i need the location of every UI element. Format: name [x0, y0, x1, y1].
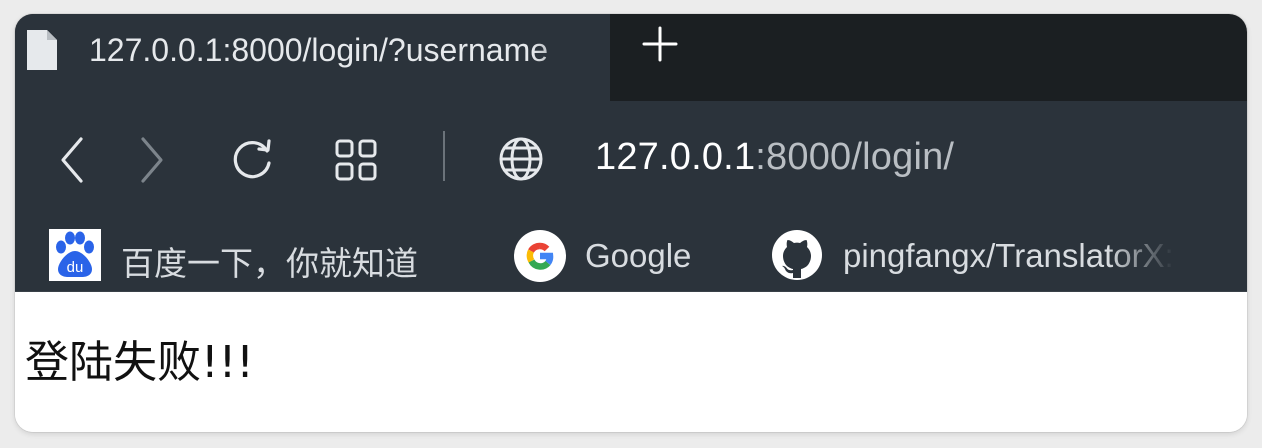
- globe-icon: [499, 137, 543, 181]
- google-icon: [513, 229, 567, 288]
- url-path: :8000/login/: [755, 136, 955, 178]
- site-info-button[interactable]: [497, 135, 545, 188]
- bookmark-label: Google: [585, 237, 692, 274]
- back-arrow-icon: [61, 137, 83, 183]
- back-button[interactable]: [55, 135, 89, 190]
- tab-bar: 127.0.0.1:8000/login/?username: [15, 14, 1247, 101]
- document-icon: [25, 28, 59, 77]
- bookmark-github[interactable]: pingfangx/TranslatorX:: [771, 219, 1247, 291]
- browser-window: 127.0.0.1:8000/login/?username 127.0.0.1…: [15, 14, 1247, 432]
- bookmark-label: pingfangx/TranslatorX:: [843, 237, 1174, 274]
- reload-button[interactable]: [229, 135, 277, 188]
- active-tab[interactable]: 127.0.0.1:8000/login/?username: [15, 14, 610, 101]
- svg-text:du: du: [67, 259, 84, 276]
- navigation-toolbar: 127.0.0.1:8000/login/: [15, 101, 1247, 219]
- tab-title: 127.0.0.1:8000/login/?username: [89, 32, 549, 68]
- plus-icon: [642, 26, 678, 62]
- url-host: 127.0.0.1: [595, 136, 756, 178]
- address-bar[interactable]: 127.0.0.1:8000/login/: [595, 136, 954, 179]
- grid-icon: [335, 139, 377, 181]
- login-failed-message: 登陆失败!!!: [25, 337, 254, 388]
- bookmark-baidu[interactable]: du 百度一下，你就知道: [49, 219, 429, 291]
- bookmark-label: 百度一下，你就知道: [121, 245, 418, 282]
- reload-icon: [233, 139, 271, 179]
- forward-arrow-icon: [141, 137, 163, 183]
- bookmark-google[interactable]: Google: [513, 219, 713, 291]
- forward-button[interactable]: [135, 135, 169, 190]
- grid-button[interactable]: [333, 137, 379, 188]
- github-icon: [771, 229, 823, 286]
- baidu-icon: du: [49, 229, 101, 286]
- toolbar-separator: [443, 131, 445, 181]
- page-content: 登陆失败!!!: [15, 292, 1247, 432]
- new-tab-button[interactable]: [640, 24, 680, 64]
- bookmarks-bar: du 百度一下，你就知道 Google pingfangx/Translator…: [15, 219, 1247, 292]
